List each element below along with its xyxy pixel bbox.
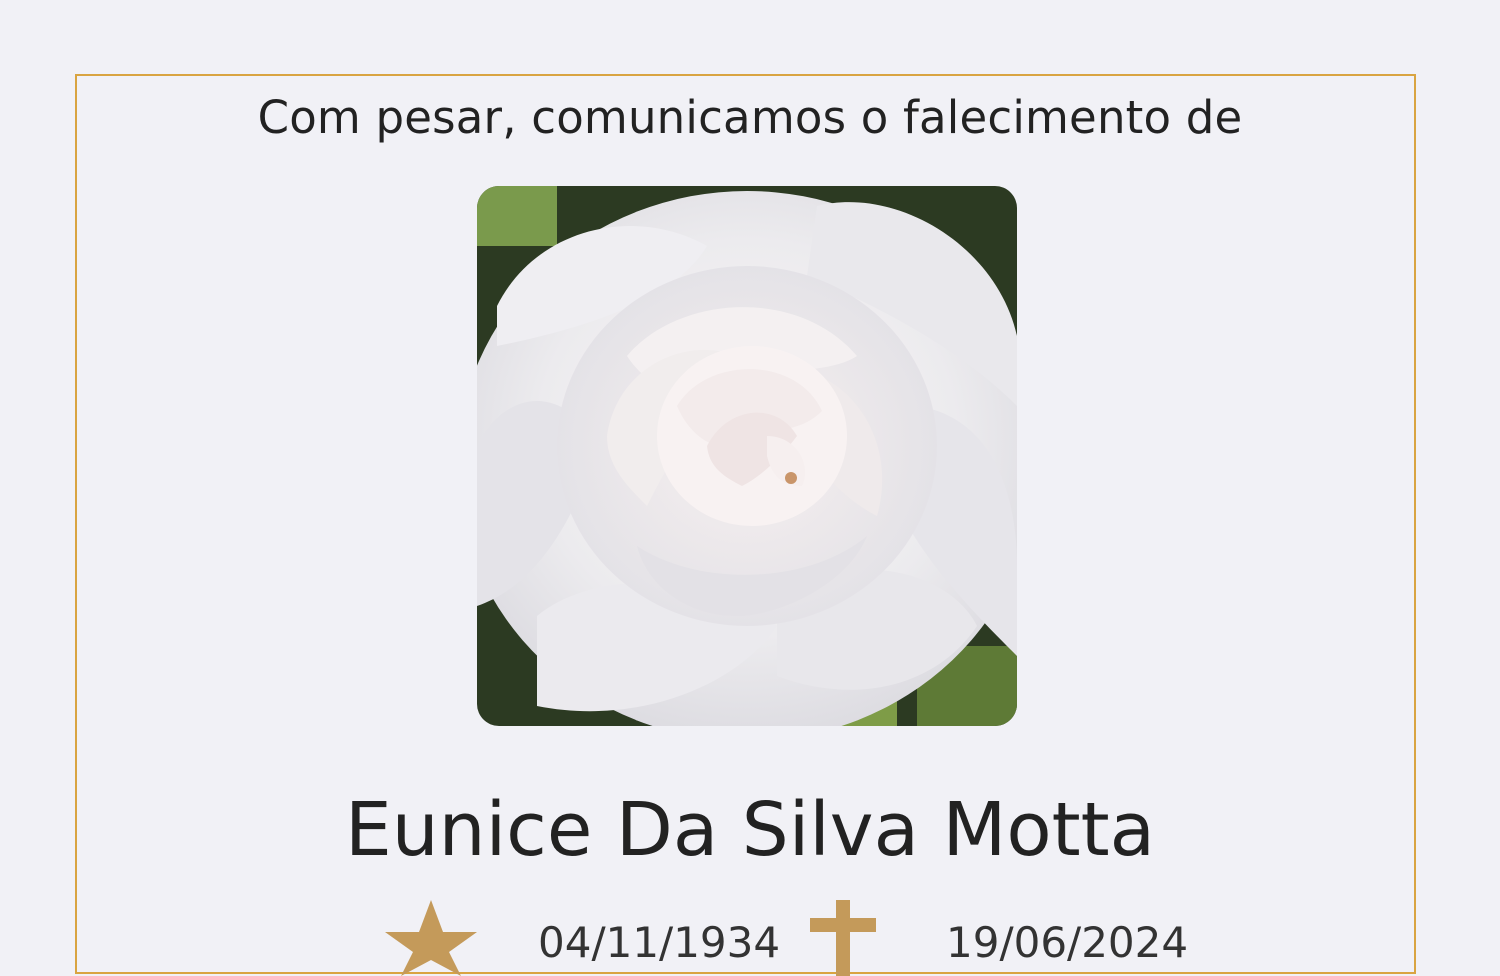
white-rose-image <box>477 186 1017 726</box>
death-date: 19/06/2024 <box>946 918 1189 967</box>
birth-date: 04/11/1934 <box>538 918 781 967</box>
cross-icon <box>810 900 876 976</box>
obituary-dates: 04/11/1934 19/06/2024 <box>0 896 1500 976</box>
deceased-name: Eunice Da Silva Motta <box>345 787 1155 873</box>
deceased-photo <box>477 186 1017 726</box>
obituary-intro: Com pesar, comunicamos o falecimento de <box>257 91 1243 144</box>
star-icon <box>385 900 477 976</box>
